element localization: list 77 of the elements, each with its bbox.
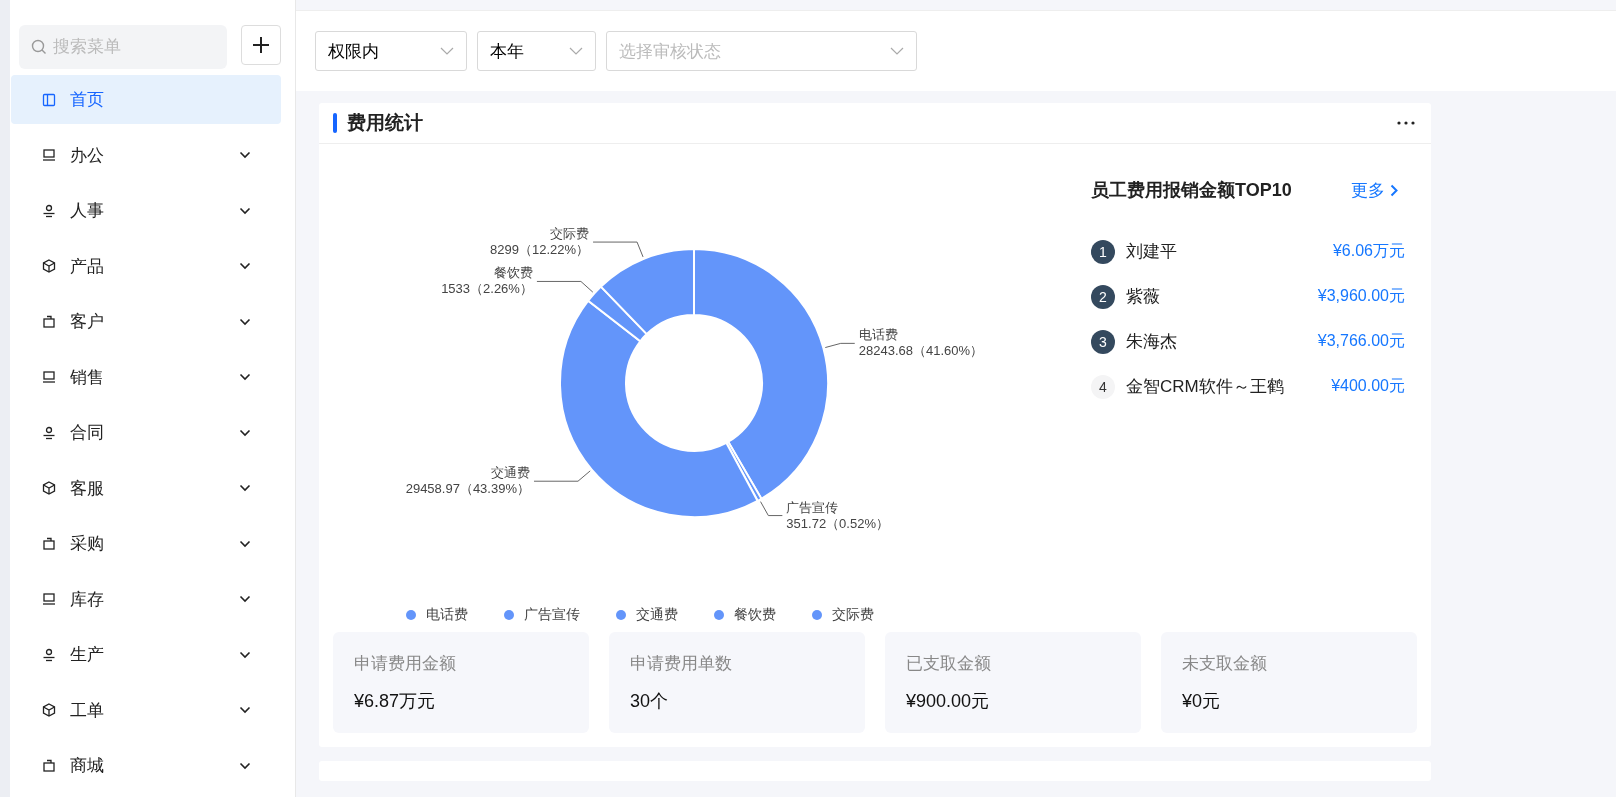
employee-name: 刘建平: [1126, 241, 1178, 263]
accent-bar: [333, 113, 337, 133]
slice-label: 交际费: [550, 226, 590, 242]
slice-value: 28243.68（41.60%）: [858, 343, 984, 359]
legend-label[interactable]: 交通费: [636, 606, 678, 624]
leader-line: [533, 470, 591, 482]
slice-value: 29458.97（43.39%）: [405, 481, 530, 497]
sidebar-item[interactable]: 采购: [11, 519, 281, 568]
legend-dot: [406, 610, 416, 620]
sidebar-item[interactable]: 办公: [11, 130, 281, 180]
leader-line: [536, 280, 594, 293]
filter-dropdown[interactable]: 权限内: [315, 31, 467, 71]
rank-badge: 4: [1091, 374, 1115, 399]
stat-value: ¥0元: [1182, 690, 1222, 713]
sidebar-item[interactable]: 产品: [11, 241, 281, 291]
legend-dot: [504, 610, 514, 620]
sidebar-item[interactable]: 商城: [11, 741, 281, 790]
filter-dropdown[interactable]: 本年: [477, 31, 596, 71]
sidebar-item[interactable]: 生产: [11, 630, 281, 679]
sidebar-item[interactable]: 工单: [11, 685, 281, 735]
search-field[interactable]: 搜索菜单: [19, 25, 227, 69]
employee-name: 金智CRM软件～王鹤: [1126, 376, 1285, 398]
amount: ¥400.00元: [1331, 376, 1405, 396]
slice-label: 餐饮费: [493, 265, 533, 281]
rank-badge: 3: [1091, 329, 1115, 354]
leader-line: [760, 501, 783, 517]
more-icon[interactable]: [1397, 121, 1415, 125]
stat-label: 未支取金额: [1182, 653, 1268, 675]
stat-label: 申请费用金额: [354, 653, 457, 675]
search-icon: [31, 39, 47, 55]
employee-name: 朱海杰: [1126, 331, 1178, 353]
sidebar-item[interactable]: 合同: [11, 408, 281, 457]
amount: ¥6.06万元: [1332, 241, 1405, 261]
legend-dot: [616, 610, 626, 620]
box-icon: [42, 259, 56, 273]
employee-name: 紫薇: [1126, 286, 1161, 308]
slice-value: 351.72（0.52%）: [786, 515, 889, 531]
sidebar-item[interactable]: 销售: [11, 352, 281, 402]
stat-label: 申请费用单数: [630, 653, 733, 675]
amount: ¥3,766.00元: [1317, 331, 1405, 351]
slice-value: 8299（12.22%）: [490, 242, 590, 258]
leader-line: [592, 241, 644, 258]
layout-icon: [42, 92, 56, 107]
sidebar-item[interactable]: 人事: [11, 186, 281, 235]
slice-value: 1533（2.26%）: [441, 281, 533, 297]
legend-dot: [812, 610, 822, 620]
legend-label[interactable]: 交际费: [832, 606, 874, 624]
sidebar-item[interactable]: 首页: [11, 75, 281, 124]
stat-value: ¥6.87万元: [354, 690, 437, 713]
amount: ¥3,960.00元: [1317, 286, 1405, 306]
slice-label: 广告宣传: [786, 499, 839, 515]
sidebar-item[interactable]: 客服: [11, 463, 281, 513]
legend-label[interactable]: 广告宣传: [524, 606, 580, 624]
rank-badge: 2: [1091, 284, 1115, 309]
more-link[interactable]: 更多: [1351, 178, 1399, 202]
stat-label: 已支取金额: [906, 653, 992, 675]
chevron-icon: [569, 47, 583, 55]
card-title: 费用统计: [347, 111, 424, 135]
slice-label: 电话费: [858, 327, 898, 343]
ranking-title: 员工费用报销金额TOP10: [1091, 179, 1292, 202]
legend-label[interactable]: 电话费: [426, 606, 468, 624]
add-button[interactable]: [241, 25, 281, 65]
stat-value: ¥900.00元: [906, 690, 991, 713]
person-icon: [42, 203, 56, 218]
chevron-icon: [890, 47, 904, 55]
stat-value: 30个: [630, 690, 670, 713]
rank-badge: 1: [1091, 239, 1115, 264]
sidebar-item[interactable]: 库存: [11, 574, 281, 624]
slice-label: 交通费: [491, 465, 530, 481]
chevron-icon: [1390, 183, 1399, 197]
plus-icon: [252, 36, 270, 54]
legend-label[interactable]: 餐饮费: [734, 606, 776, 624]
legend-dot: [714, 610, 724, 620]
desk-icon: [42, 148, 56, 162]
sidebar-item[interactable]: 客户: [11, 297, 281, 346]
chevron-icon: [440, 47, 454, 55]
leader-line: [824, 342, 856, 349]
